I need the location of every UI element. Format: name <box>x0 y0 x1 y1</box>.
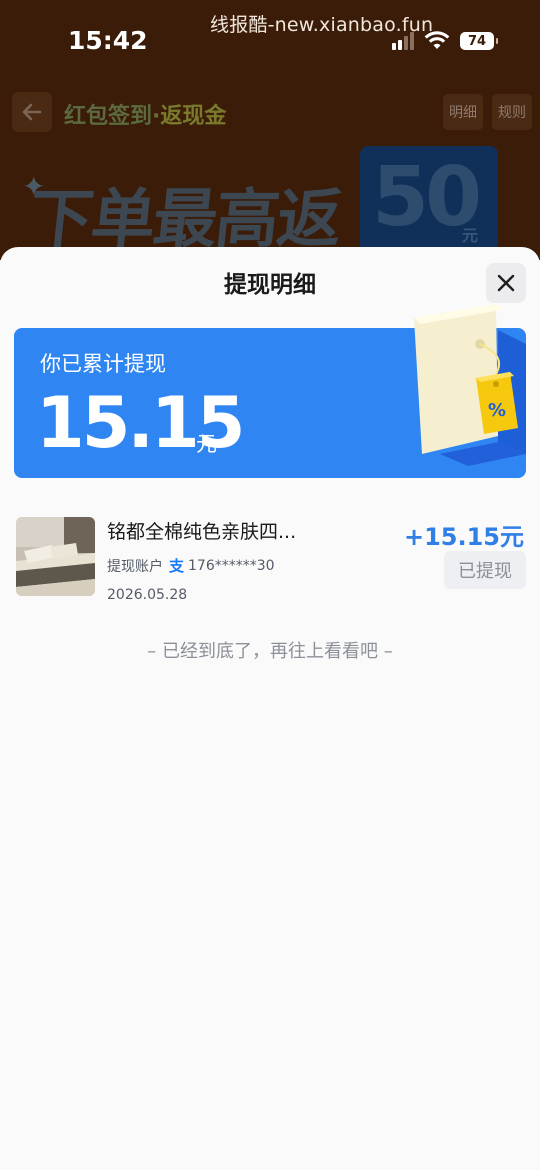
coupon-tag-illustration: % <box>414 304 526 466</box>
status-bar: 15:42 线报酷-new.xianbao.fun 74 <box>0 0 540 80</box>
battery-icon: 74 <box>460 32 498 50</box>
record-amount: +15.15元 <box>403 523 524 551</box>
sheet-title: 提现明细 <box>224 272 316 298</box>
banner-unit: 元 <box>462 226 479 245</box>
bedding-image <box>16 517 95 596</box>
alipay-icon: 支 <box>169 557 185 575</box>
withdraw-record[interactable]: 铭都全棉纯色亲肤四... 提现账户 支 176******30 2026.05.… <box>0 511 540 603</box>
record-title: 铭都全棉纯色亲肤四... <box>107 521 297 543</box>
withdraw-detail-sheet: 提现明细 你已累计提现 15.15 元 % 铭都全棉纯色亲肤四... 提现账户 … <box>0 247 540 1170</box>
product-thumbnail <box>16 517 95 596</box>
status-time: 15:42 <box>68 26 148 55</box>
status-icons: 74 <box>392 30 498 52</box>
title-part1: 红包签到 <box>64 104 153 129</box>
account-label: 提现账户 <box>107 558 163 575</box>
close-icon <box>497 274 515 292</box>
wifi-icon <box>424 31 450 49</box>
back-button[interactable] <box>12 92 52 132</box>
end-of-list-hint: – 已经到底了，再往上看看吧 – <box>147 641 393 662</box>
title-part2: 返现金 <box>160 104 227 129</box>
signal-icon <box>392 32 414 50</box>
record-account: 提现账户 支 176******30 <box>107 555 275 576</box>
summary-card: 你已累计提现 15.15 元 % <box>14 304 526 478</box>
detail-button[interactable]: 明细 <box>443 94 483 130</box>
record-date: 2026.05.28 <box>107 587 188 603</box>
background-header: 红包签到·返现金 明细 规则 <box>0 90 540 136</box>
summary-unit: 元 <box>196 432 217 456</box>
arrow-left-icon <box>22 103 42 121</box>
summary-label: 你已累计提现 <box>40 352 166 376</box>
close-button[interactable] <box>486 263 526 303</box>
svg-text:%: % <box>488 400 506 421</box>
record-status-badge: 已提现 <box>444 551 526 589</box>
rules-button[interactable]: 规则 <box>492 94 532 130</box>
background-title: 红包签到·返现金 <box>64 98 226 130</box>
account-number: 176******30 <box>188 557 275 574</box>
background-page: 15:42 线报酷-new.xianbao.fun 74 红包签到·返现金 明细… <box>0 0 540 260</box>
